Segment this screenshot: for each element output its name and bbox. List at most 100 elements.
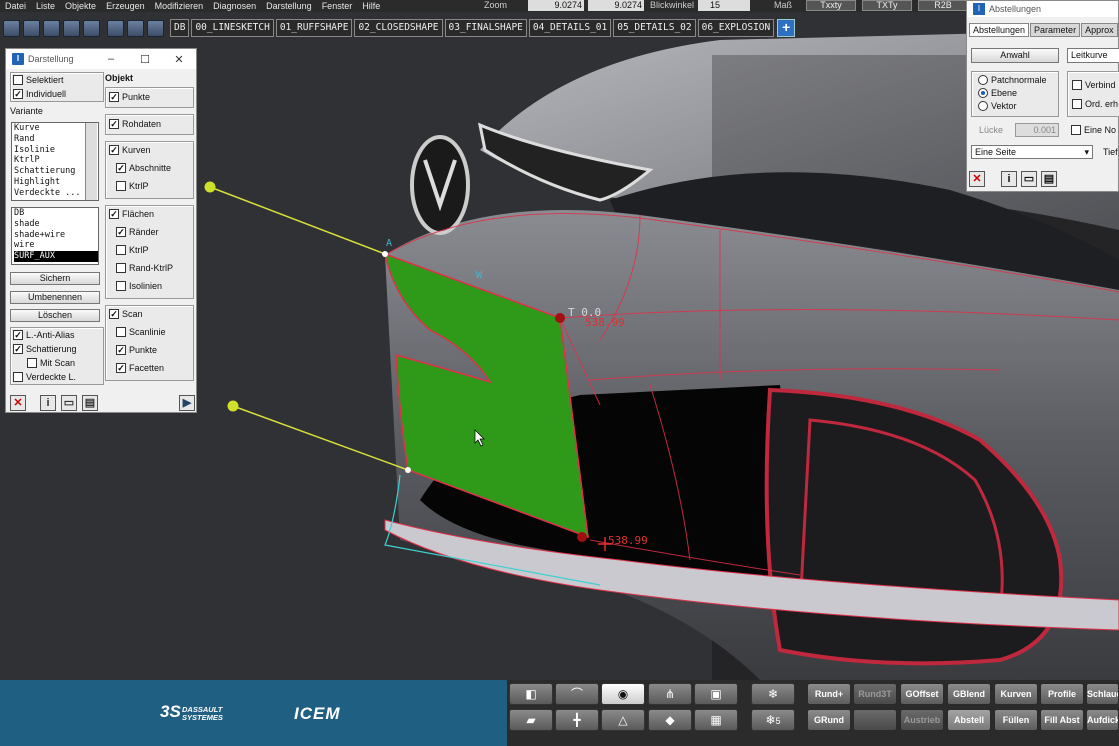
shade-preset-list[interactable]: DB shade shade+wire wire SURF_AUX bbox=[11, 207, 99, 265]
mit-scan-checkbox[interactable]: Mit Scan bbox=[27, 358, 75, 368]
layout-icon[interactable]: ▤ bbox=[82, 395, 98, 411]
tool-button-rund-[interactable]: Rund+ bbox=[807, 683, 851, 705]
panel-icon[interactable]: ▣ bbox=[694, 683, 738, 705]
corner-point-b[interactable] bbox=[405, 467, 411, 473]
grid-icon[interactable]: ▦ bbox=[694, 709, 738, 731]
tool-button-goffset[interactable]: GOffset bbox=[900, 683, 944, 705]
tab-2[interactable]: Approx bbox=[1081, 23, 1118, 37]
maximize-button[interactable]: ☐ bbox=[128, 53, 162, 66]
tool-button-aufdicke[interactable]: Aufdicke bbox=[1086, 709, 1119, 731]
tool-button-fill-abst[interactable]: Fill Abst bbox=[1040, 709, 1084, 731]
selektiert-checkbox[interactable]: Selektiert bbox=[13, 75, 64, 85]
save-as-icon[interactable] bbox=[63, 19, 80, 37]
guide-point-bottom[interactable] bbox=[227, 400, 239, 412]
tool-button-abstell[interactable]: Abstell bbox=[947, 709, 991, 731]
variante-scrollbar[interactable] bbox=[85, 123, 97, 200]
individuell-checkbox[interactable]: ✓ Individuell bbox=[13, 89, 66, 99]
verdeckte-l-checkbox[interactable]: Verdeckte L. bbox=[13, 372, 76, 382]
curve-tool-icon[interactable]: ⌒ bbox=[555, 683, 599, 705]
ord-erh-checkbox[interactable]: Ord. erh bbox=[1072, 99, 1118, 109]
tool-button-gblend[interactable]: GBlend bbox=[947, 683, 991, 705]
kurven-ktrlp-checkbox[interactable]: KtrlP bbox=[116, 181, 149, 191]
view-button-2[interactable]: R2B bbox=[918, 0, 968, 11]
play-arrow-icon[interactable]: ▶ bbox=[179, 395, 195, 411]
tool-button-empty[interactable] bbox=[853, 709, 897, 731]
layer-tab-5[interactable]: 04_DETAILS_01 bbox=[528, 19, 612, 37]
tab-0[interactable]: Abstellungen bbox=[969, 23, 1030, 37]
close-button[interactable]: ✕ bbox=[162, 53, 196, 66]
eine-no-checkbox[interactable]: Eine No bbox=[1071, 125, 1116, 135]
paste-icon[interactable] bbox=[147, 19, 164, 37]
print-icon[interactable] bbox=[83, 19, 100, 37]
close-red-x-icon[interactable]: ✕ bbox=[10, 395, 26, 411]
anti-alias-checkbox[interactable]: ✓ L.-Anti-Alias bbox=[13, 330, 75, 340]
tool-button-f-llen[interactable]: Füllen bbox=[994, 709, 1038, 731]
layer-tab-2[interactable]: 01_RUFFSHAPE bbox=[275, 19, 353, 37]
rand-ktrlp-checkbox[interactable]: Rand-KtrlP bbox=[116, 263, 173, 273]
save-icon[interactable] bbox=[43, 19, 60, 37]
abstellungen-titlebar[interactable]: I Abstellungen bbox=[967, 1, 1118, 17]
patchnormale-radio[interactable]: Patchnormale bbox=[978, 75, 1047, 85]
raender-checkbox[interactable]: ✓ Ränder bbox=[116, 227, 159, 237]
abschnitte-checkbox[interactable]: ✓ Abschnitte bbox=[116, 163, 171, 173]
corner-point-a[interactable] bbox=[382, 251, 388, 257]
layer-tab-3[interactable]: 02_CLOSEDSHAPE bbox=[354, 19, 443, 37]
list-item[interactable]: SURF_AUX bbox=[14, 251, 98, 262]
cut-icon[interactable] bbox=[107, 19, 124, 37]
facetten-checkbox[interactable]: ✓ Facetten bbox=[116, 363, 164, 373]
tool-button-kurven[interactable]: Kurven bbox=[994, 683, 1038, 705]
view-button-1[interactable]: TXTy bbox=[862, 0, 912, 11]
menu-item-1[interactable]: Liste bbox=[31, 1, 60, 11]
scan-punkte-checkbox[interactable]: ✓ Punkte bbox=[116, 345, 157, 355]
menu-item-5[interactable]: Diagnosen bbox=[208, 1, 261, 11]
sichern-button[interactable]: Sichern bbox=[10, 272, 100, 285]
snowflake-icon[interactable]: ❄ bbox=[751, 683, 795, 705]
eye-icon[interactable]: ◉ bbox=[601, 683, 645, 705]
vektor-radio[interactable]: Vektor bbox=[978, 101, 1017, 111]
tool-button-grund[interactable]: GRund bbox=[807, 709, 851, 731]
tool-button-profile[interactable]: Profile bbox=[1040, 683, 1084, 705]
list-item[interactable]: shade+wire bbox=[14, 230, 98, 241]
anwahl-button[interactable]: Anwahl bbox=[971, 48, 1059, 63]
abst-layout-icon[interactable]: ▤ bbox=[1041, 171, 1057, 187]
menu-item-8[interactable]: Hilfe bbox=[357, 1, 385, 11]
schattierung-checkbox[interactable]: ✓ Schattierung bbox=[13, 344, 77, 354]
punkte-checkbox[interactable]: ✓ Punkte bbox=[109, 92, 150, 102]
surface-create-icon[interactable]: ◧ bbox=[509, 683, 553, 705]
darstellung-titlebar[interactable]: I Darstellung – ☐ ✕ bbox=[6, 49, 196, 69]
blickwinkel-field[interactable]: 15 bbox=[698, 0, 750, 11]
luecke-field[interactable]: 0.001 bbox=[1015, 123, 1059, 137]
abst-window-icon[interactable]: ▭ bbox=[1021, 171, 1037, 187]
ebene-radio[interactable]: Ebene bbox=[978, 88, 1017, 98]
patch-icon[interactable]: ◆ bbox=[648, 709, 692, 731]
window-icon[interactable]: ▭ bbox=[61, 395, 77, 411]
list-item[interactable]: DB bbox=[14, 208, 98, 219]
rohdaten-checkbox[interactable]: ✓ Rohdaten bbox=[109, 119, 161, 129]
scan-checkbox[interactable]: ✓ Scan bbox=[109, 309, 143, 319]
menu-item-7[interactable]: Fenster bbox=[317, 1, 358, 11]
list-item[interactable]: wire bbox=[14, 240, 98, 251]
abst-info-icon[interactable]: i bbox=[1001, 171, 1017, 187]
menu-item-0[interactable]: Datei bbox=[0, 1, 31, 11]
layer-tab-7[interactable]: 06_EXPLOSION bbox=[697, 19, 775, 37]
verbind-checkbox[interactable]: Verbind bbox=[1072, 80, 1116, 90]
zoom-field-2[interactable]: 9.0274 bbox=[588, 0, 644, 11]
loeschen-button[interactable]: Löschen bbox=[10, 309, 100, 322]
kurven-checkbox[interactable]: ✓ Kurven bbox=[109, 145, 151, 155]
guide-point-top[interactable] bbox=[204, 181, 216, 193]
layer-tab-1[interactable]: 00_LINESKETCH bbox=[191, 19, 274, 37]
snowflake-5-icon[interactable]: ❄5 bbox=[751, 709, 795, 731]
dimension-handle-bottom[interactable] bbox=[577, 532, 587, 542]
menu-item-3[interactable]: Erzeugen bbox=[101, 1, 150, 11]
dimension-handle-top[interactable] bbox=[555, 313, 565, 323]
umbenennen-button[interactable]: Umbenennen bbox=[10, 291, 100, 304]
layer-tab-6[interactable]: 05_DETAILS_02 bbox=[613, 19, 696, 37]
copy-icon[interactable] bbox=[127, 19, 144, 37]
flaechen-ktrlp-checkbox[interactable]: KtrlP bbox=[116, 245, 149, 255]
isolinien-checkbox[interactable]: Isolinien bbox=[116, 281, 162, 291]
menu-item-4[interactable]: Modifizieren bbox=[150, 1, 209, 11]
layer-tab-4[interactable]: 03_FINALSHAPE bbox=[444, 19, 527, 37]
abst-close-red-x-icon[interactable]: ✕ bbox=[969, 171, 985, 187]
leitkurve-field[interactable]: Leitkurve bbox=[1067, 48, 1119, 63]
tool-button-rund3t[interactable]: Rund3T bbox=[853, 683, 897, 705]
